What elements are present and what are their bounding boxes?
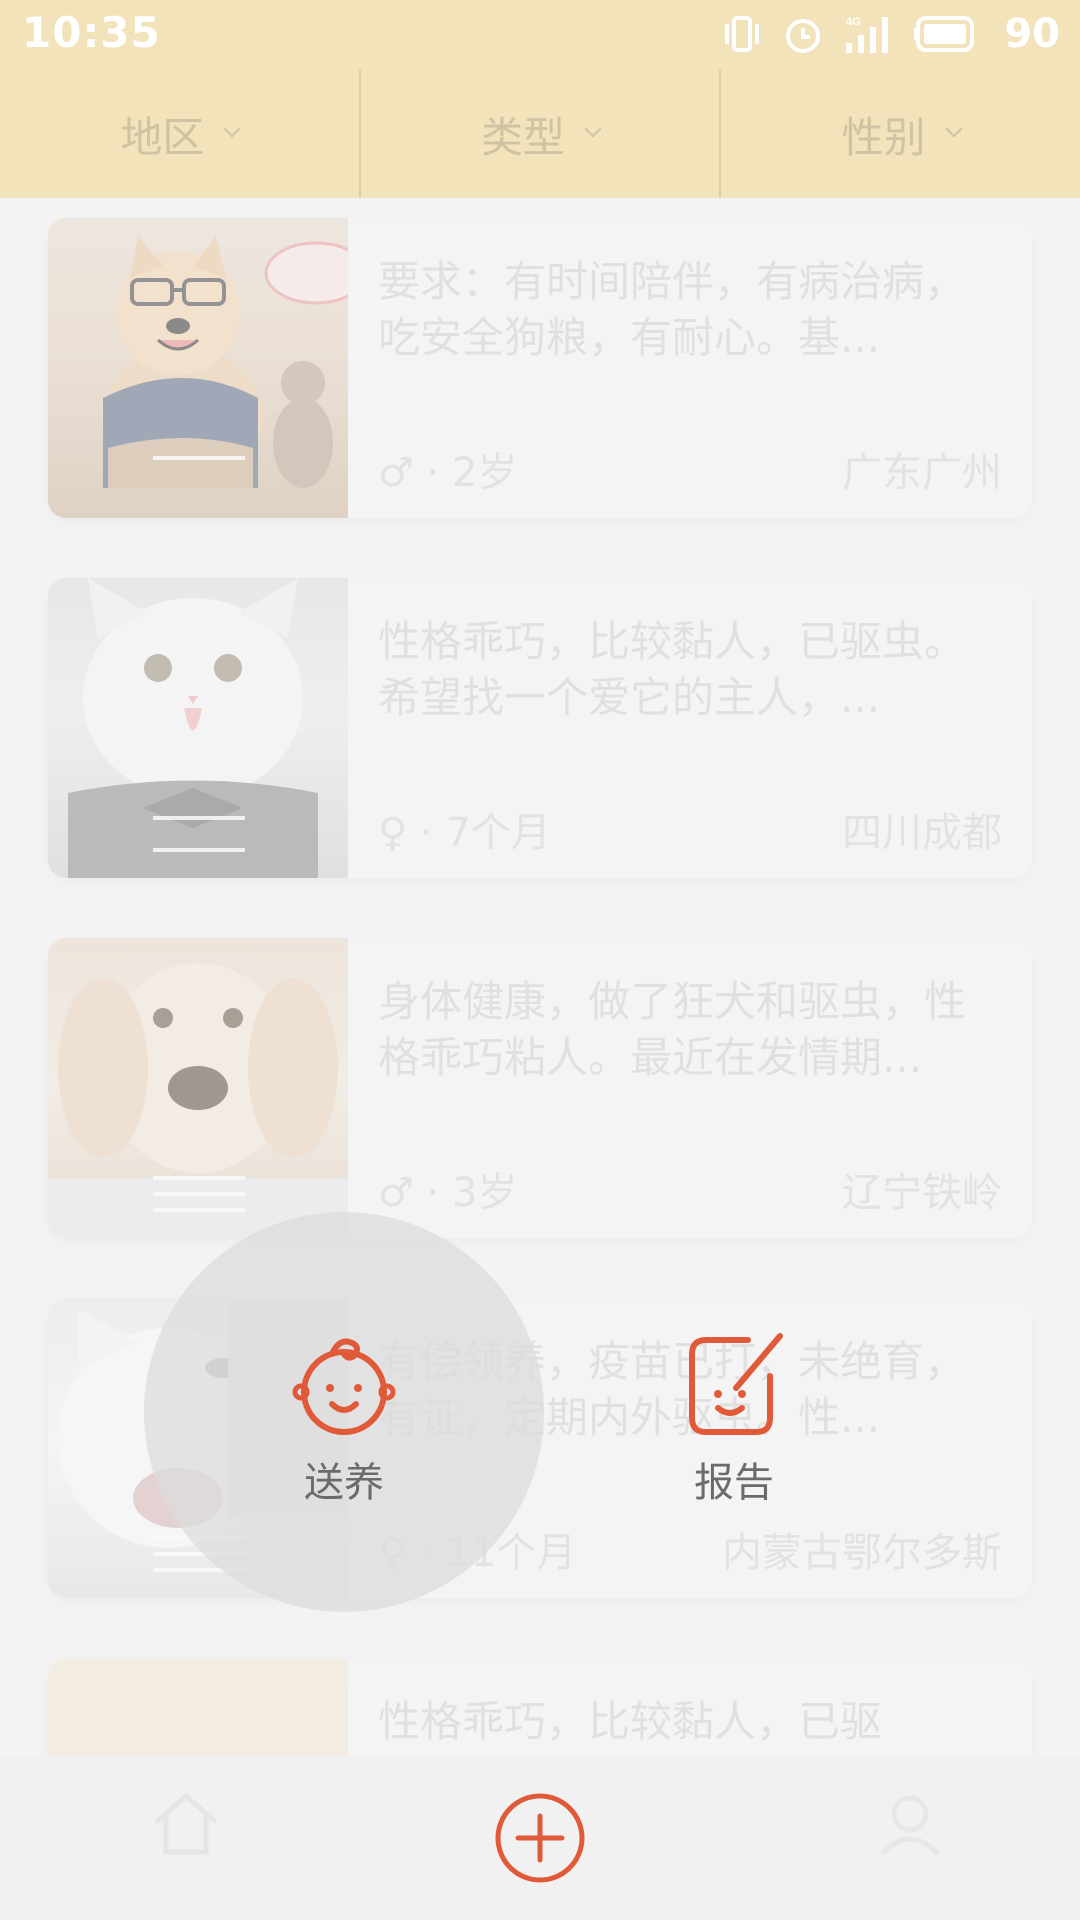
chevron-down-icon xyxy=(945,120,963,138)
status-bar: 10:35 4G 90 xyxy=(0,0,1080,66)
status-time: 10:35 xyxy=(22,8,161,57)
filter-type[interactable]: 类型 xyxy=(358,70,720,198)
give-away-button[interactable]: 送养 xyxy=(288,1330,400,1508)
filter-region-label: 地区 xyxy=(120,112,205,162)
report-label: 报告 xyxy=(694,1460,774,1506)
give-away-label: 送养 xyxy=(304,1460,384,1506)
chevron-down-icon xyxy=(223,120,241,138)
status-icons: 4G 90 xyxy=(722,10,1060,58)
filter-bar: 地区 类型 性别 xyxy=(0,70,1080,198)
filter-region[interactable]: 地区 xyxy=(0,70,359,198)
report-edit-icon xyxy=(689,1333,783,1435)
alarm-icon xyxy=(786,19,821,53)
filter-gender-label: 性别 xyxy=(841,112,926,162)
filter-gender[interactable]: 性别 xyxy=(719,70,1080,198)
vibrate-icon xyxy=(725,16,760,52)
action-menu-overlay[interactable] xyxy=(0,198,1080,1920)
chevron-down-icon xyxy=(584,120,602,138)
baby-face-icon xyxy=(292,1338,396,1435)
battery-icon xyxy=(914,16,975,52)
svg-text:4G: 4G xyxy=(846,16,861,28)
signal-icon: 4G xyxy=(846,16,889,53)
battery-percent: 90 xyxy=(1004,11,1060,57)
filter-type-label: 类型 xyxy=(481,112,566,162)
add-circle-icon[interactable] xyxy=(494,1792,586,1884)
header: 10:35 4G 90 地区 类型 性别 xyxy=(0,0,1080,198)
report-button[interactable]: 报告 xyxy=(678,1330,790,1508)
